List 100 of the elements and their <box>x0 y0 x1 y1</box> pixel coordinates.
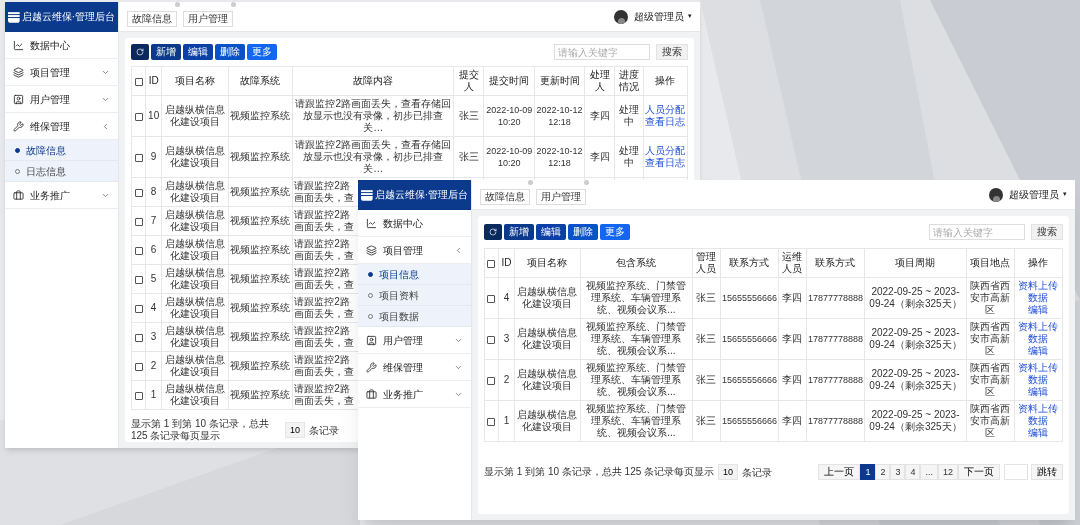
table-cell: 2022-09-25 ~ 2023-09-24（剩余325天） <box>864 318 967 360</box>
action-link[interactable]: 数据 <box>1015 333 1061 345</box>
table-cell: 3 <box>145 322 162 352</box>
avatar <box>989 187 1003 202</box>
sidebar-item[interactable]: 数据中心 <box>5 32 118 59</box>
action-link[interactable]: 编辑 <box>1015 427 1061 439</box>
toolbar-button[interactable]: 更多 <box>600 224 630 240</box>
chevron-left-icon <box>454 245 463 255</box>
page-button[interactable]: 2 <box>875 464 891 480</box>
page-tab[interactable]: 故障信息 <box>480 188 530 205</box>
checkbox[interactable] <box>134 304 143 313</box>
checkbox[interactable] <box>487 376 496 385</box>
page-button[interactable]: 4 <box>905 464 921 480</box>
sidebar-item[interactable]: 数据中心 <box>358 210 471 237</box>
action-link[interactable]: 资料上传 <box>1015 362 1061 374</box>
toolbar-button[interactable]: 新增 <box>504 224 534 240</box>
checkbox[interactable] <box>487 417 496 426</box>
action-link[interactable]: 编辑 <box>1015 386 1061 398</box>
checkbox[interactable] <box>487 294 496 303</box>
action-link[interactable]: 资料上传 <box>1015 280 1061 292</box>
checkbox[interactable] <box>134 188 143 197</box>
page-tab[interactable]: 用户管理 <box>536 188 586 205</box>
refresh-button[interactable] <box>131 44 149 60</box>
action-link[interactable]: 编辑 <box>1015 345 1061 357</box>
checkbox[interactable] <box>134 153 143 162</box>
menu-icon <box>13 66 24 78</box>
table-cell: 视频监控系统 <box>228 322 293 352</box>
page-size-field[interactable]: 10 <box>285 422 305 438</box>
toolbar-button[interactable]: 编辑 <box>536 224 566 240</box>
submenu-item[interactable]: 项目数据 <box>358 306 471 327</box>
checkbox[interactable] <box>134 246 143 255</box>
search-field[interactable]: 请输入关键字 <box>929 224 1025 240</box>
page-size-field[interactable]: 10 <box>718 464 739 480</box>
submenu-item[interactable]: 故障信息 <box>5 140 118 161</box>
column-header: 联系方式 <box>806 248 865 278</box>
checkbox[interactable] <box>487 335 496 344</box>
action-link[interactable]: 编辑 <box>1015 304 1061 316</box>
sidebar-item[interactable]: 维保管理 <box>358 354 471 381</box>
checkbox[interactable] <box>487 259 496 268</box>
page-button[interactable]: 3 <box>890 464 906 480</box>
action-link[interactable]: 人员分配 <box>644 145 686 157</box>
prev-page-button[interactable]: 上一页 <box>818 464 861 480</box>
page-tab[interactable]: 故障信息 <box>127 10 177 27</box>
action-link[interactable]: 资料上传 <box>1015 321 1061 333</box>
action-link[interactable]: 数据 <box>1015 415 1061 427</box>
menu-icon <box>366 388 377 400</box>
sidebar-item[interactable]: 用户管理 <box>5 86 118 113</box>
table-cell: 张三 <box>453 136 484 178</box>
page-jump-field[interactable] <box>1004 464 1028 480</box>
sidebar-item[interactable]: 项目管理 <box>5 59 118 86</box>
submenu-item[interactable]: 项目信息 <box>358 264 471 285</box>
checkbox[interactable] <box>134 362 143 371</box>
toolbar-button[interactable]: 编辑 <box>183 44 213 60</box>
table-cell: 17877778888 <box>806 359 865 401</box>
jump-button[interactable]: 跳转 <box>1031 464 1063 480</box>
checkbox[interactable] <box>134 77 143 86</box>
table-cell: 2022-10-12 12:18 <box>534 136 585 178</box>
table-cell: 4 <box>498 277 515 319</box>
table-cell: 启越纵横信息化建设项目 <box>161 95 229 137</box>
table-cell: 陕西省西安市高新区 <box>966 318 1015 360</box>
checkbox[interactable] <box>134 391 143 400</box>
checkbox[interactable] <box>134 275 143 284</box>
column-header: 处理人 <box>584 66 615 96</box>
column-header: 故障系统 <box>228 66 293 96</box>
page-button[interactable]: ... <box>920 464 938 480</box>
table-cell: 陕西省西安市高新区 <box>966 359 1015 401</box>
column-header: 项目地点 <box>966 248 1015 278</box>
toolbar-button[interactable]: 删除 <box>215 44 245 60</box>
action-link[interactable]: 查看日志 <box>644 116 686 128</box>
table-cell: 视频监控系统、门禁管理系统、车辆管理系统、视频会议系... <box>580 318 693 360</box>
toolbar-button[interactable]: 删除 <box>568 224 598 240</box>
table-cell: 视频监控系统 <box>228 380 293 410</box>
action-link[interactable]: 人员分配 <box>644 104 686 116</box>
action-link[interactable]: 资料上传 <box>1015 403 1061 415</box>
action-link[interactable]: 查看日志 <box>644 157 686 169</box>
next-page-button[interactable]: 下一页 <box>958 464 1000 480</box>
table-cell: 8 <box>145 177 162 207</box>
table-cell: 4 <box>145 293 162 323</box>
checkbox[interactable] <box>134 333 143 342</box>
sidebar-item[interactable]: 业务推广 <box>5 182 118 209</box>
action-link[interactable]: 数据 <box>1015 374 1061 386</box>
checkbox[interactable] <box>134 112 143 121</box>
submenu-item[interactable]: 日志信息 <box>5 161 118 182</box>
search-button[interactable]: 搜索 <box>1031 224 1063 240</box>
table-cell: 李四 <box>778 277 807 319</box>
checkbox[interactable] <box>134 217 143 226</box>
refresh-button[interactable] <box>484 224 502 240</box>
search-button[interactable]: 搜索 <box>656 44 688 60</box>
table-cell: 张三 <box>453 95 484 137</box>
submenu-item[interactable]: 项目资料 <box>358 285 471 306</box>
action-link[interactable]: 数据 <box>1015 292 1061 304</box>
search-field[interactable]: 请输入关键字 <box>554 44 650 60</box>
toolbar-button[interactable]: 新增 <box>151 44 181 60</box>
sidebar-item[interactable]: 用户管理 <box>358 327 471 354</box>
page-button[interactable]: 12 <box>938 464 958 480</box>
toolbar-button[interactable]: 更多 <box>247 44 277 60</box>
column-header: 操作 <box>1014 248 1063 278</box>
page-tab[interactable]: 用户管理 <box>183 10 233 27</box>
sidebar-item[interactable]: 业务推广 <box>358 381 471 408</box>
page-button[interactable]: 1 <box>860 464 876 480</box>
